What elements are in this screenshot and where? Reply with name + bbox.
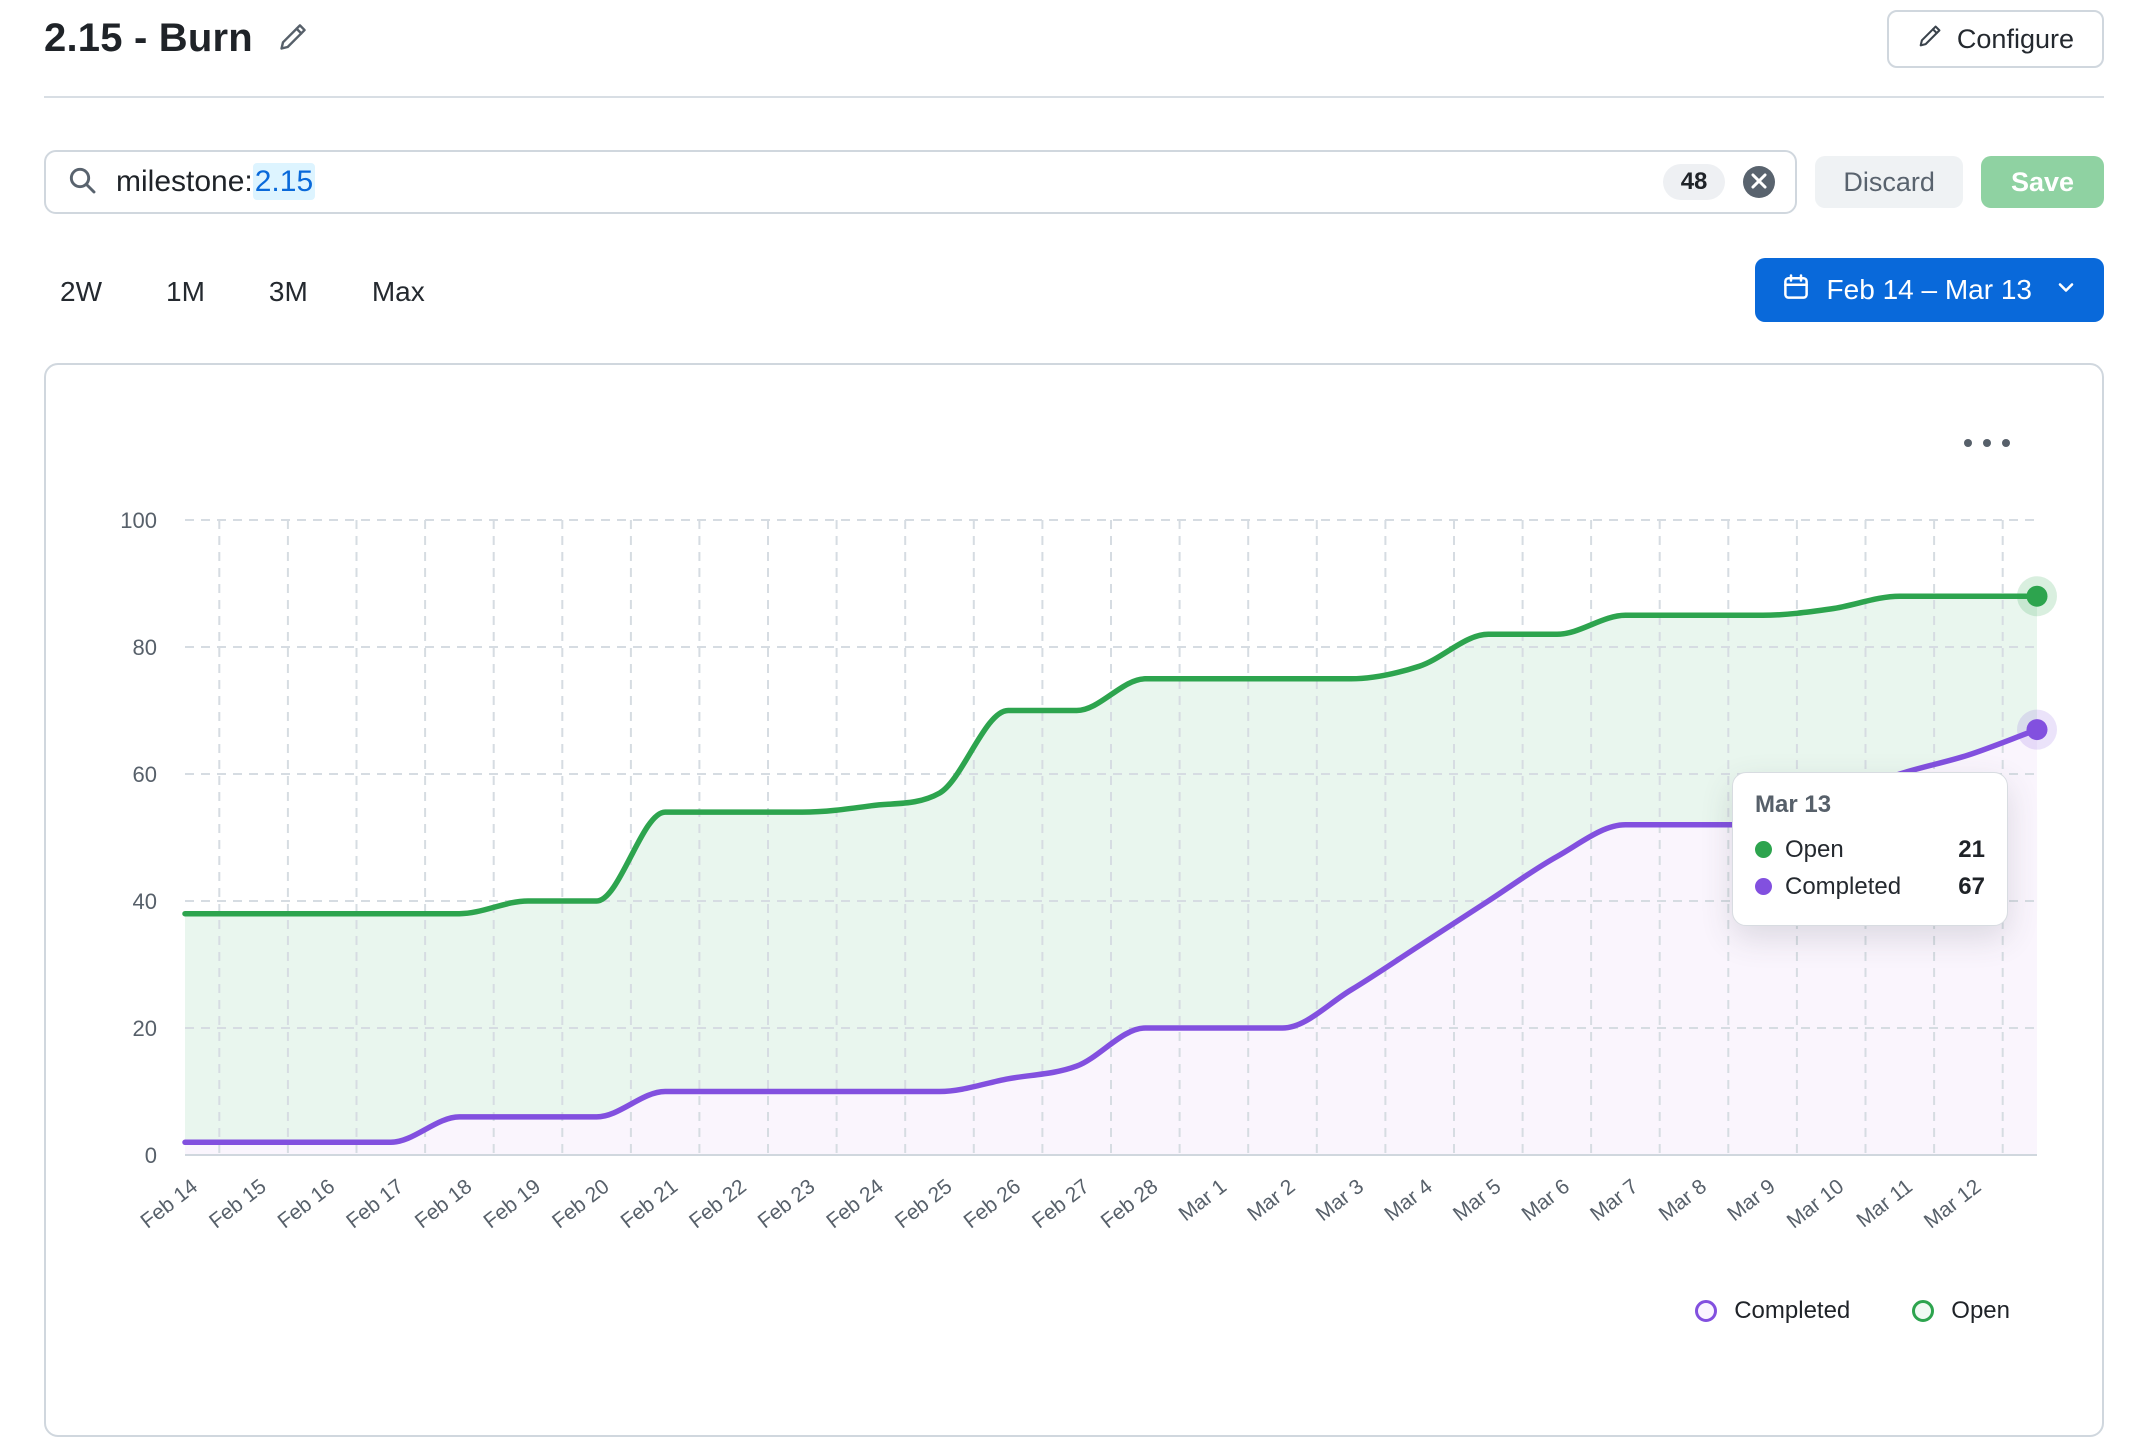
x-tick-label: Mar 9: [1723, 1175, 1779, 1226]
open-endpoint-dot[interactable]: [2027, 586, 2048, 607]
y-tick-label: 20: [133, 1016, 157, 1041]
calendar-icon: [1781, 272, 1811, 309]
x-tick-label: Feb 18: [411, 1175, 477, 1233]
completed-dot-icon: [1755, 878, 1772, 895]
x-tick-label: Feb 21: [616, 1175, 682, 1233]
range-tab-max[interactable]: Max: [372, 276, 425, 308]
x-tick-label: Mar 6: [1518, 1175, 1574, 1226]
filter-bar: milestone:2.15 48 Discard Save: [44, 150, 2104, 214]
insights-page: { "header": { "title": "2.15 - Burn", "c…: [0, 0, 2148, 1444]
result-count-badge: 48: [1663, 164, 1726, 200]
x-tick-label: Mar 11: [1852, 1175, 1916, 1232]
x-tick-label: Mar 7: [1586, 1175, 1642, 1226]
chart-legend: Completed Open: [1695, 1297, 2010, 1325]
dot-icon: [1964, 439, 1972, 447]
y-tick-label: 40: [133, 889, 157, 914]
y-tick-label: 60: [133, 762, 157, 787]
range-tabs: 2W 1M 3M Max: [60, 262, 425, 322]
page-title: 2.15 - Burn: [44, 16, 253, 61]
header-divider: [44, 96, 2104, 98]
legend-completed-label: Completed: [1734, 1297, 1850, 1325]
query-token-milestone: 2.15: [253, 163, 315, 200]
date-range-label: Feb 14 – Mar 13: [1827, 274, 2032, 306]
discard-button[interactable]: Discard: [1815, 156, 1963, 208]
x-tick-label: Feb 20: [548, 1175, 614, 1233]
filter-query-input[interactable]: milestone:2.15 48: [44, 150, 1797, 214]
legend-item-open[interactable]: Open: [1912, 1297, 2010, 1325]
x-tick-label: Mar 8: [1655, 1175, 1711, 1226]
tooltip-completed-value: 67: [1958, 873, 1985, 901]
x-tick-label: Mar 1: [1175, 1175, 1231, 1226]
tooltip-open-value: 21: [1958, 836, 1985, 864]
x-tick-label: Feb 16: [274, 1175, 340, 1233]
x-tick-label: Mar 12: [1920, 1175, 1986, 1233]
x-tick-label: Feb 26: [959, 1175, 1025, 1233]
dot-icon: [2002, 439, 2010, 447]
x-tick-label: Mar 5: [1449, 1175, 1505, 1226]
x-tick-label: Mar 10: [1783, 1175, 1849, 1233]
chart-tooltip: Mar 13 Open 21 Completed 67: [1732, 772, 2008, 926]
tooltip-row-open: Open 21: [1755, 831, 1985, 868]
open-circle-icon: [1912, 1300, 1934, 1322]
chart-menu-button[interactable]: [1956, 431, 2018, 455]
x-tick-label: Feb 28: [1097, 1175, 1163, 1233]
x-tick-label: Feb 14: [136, 1175, 202, 1234]
date-range-button[interactable]: Feb 14 – Mar 13: [1755, 258, 2104, 322]
configure-button[interactable]: Configure: [1887, 10, 2104, 68]
clear-filter-button[interactable]: [1743, 166, 1775, 198]
legend-item-completed[interactable]: Completed: [1695, 1297, 1850, 1325]
x-tick-label: Mar 2: [1243, 1175, 1299, 1226]
x-tick-label: Feb 23: [754, 1175, 820, 1233]
range-tab-1m[interactable]: 1M: [166, 276, 205, 308]
x-tick-label: Feb 27: [1028, 1175, 1094, 1233]
pencil-icon: [1917, 23, 1943, 56]
legend-open-label: Open: [1951, 1297, 2010, 1325]
range-tab-2w[interactable]: 2W: [60, 276, 102, 308]
chart-card: 020406080100Feb 14Feb 15Feb 16Feb 17Feb …: [44, 363, 2104, 1437]
y-tick-label: 0: [145, 1143, 157, 1168]
pencil-icon: [277, 21, 309, 56]
x-tick-label: Feb 22: [685, 1175, 751, 1233]
x-tick-label: Feb 17: [342, 1175, 408, 1233]
close-icon: [1751, 173, 1767, 192]
tooltip-date: Mar 13: [1755, 791, 1985, 819]
x-tick-label: Feb 15: [205, 1175, 271, 1233]
query-prefix: milestone:: [116, 165, 253, 198]
search-icon: [66, 164, 98, 201]
configure-label: Configure: [1957, 24, 2074, 55]
query-text: milestone:2.15: [116, 165, 315, 199]
tooltip-open-label: Open: [1785, 836, 1844, 864]
open-dot-icon: [1755, 841, 1772, 858]
range-tab-3m[interactable]: 3M: [269, 276, 308, 308]
save-button[interactable]: Save: [1981, 156, 2104, 208]
tooltip-completed-label: Completed: [1785, 873, 1901, 901]
x-tick-label: Feb 24: [822, 1175, 888, 1234]
dot-icon: [1983, 439, 1991, 447]
chevron-down-icon: [2054, 274, 2078, 306]
y-tick-label: 80: [133, 635, 157, 660]
x-tick-label: Feb 25: [891, 1175, 957, 1233]
page-header: 2.15 - Burn: [44, 16, 309, 61]
y-tick-label: 100: [120, 508, 157, 533]
completed-circle-icon: [1695, 1300, 1717, 1322]
edit-title-button[interactable]: [277, 21, 309, 56]
x-tick-label: Feb 19: [479, 1175, 545, 1233]
tooltip-row-completed: Completed 67: [1755, 868, 1985, 905]
x-tick-label: Mar 4: [1380, 1175, 1437, 1226]
x-tick-label: Mar 3: [1312, 1175, 1368, 1226]
completed-endpoint-dot[interactable]: [2027, 719, 2048, 740]
